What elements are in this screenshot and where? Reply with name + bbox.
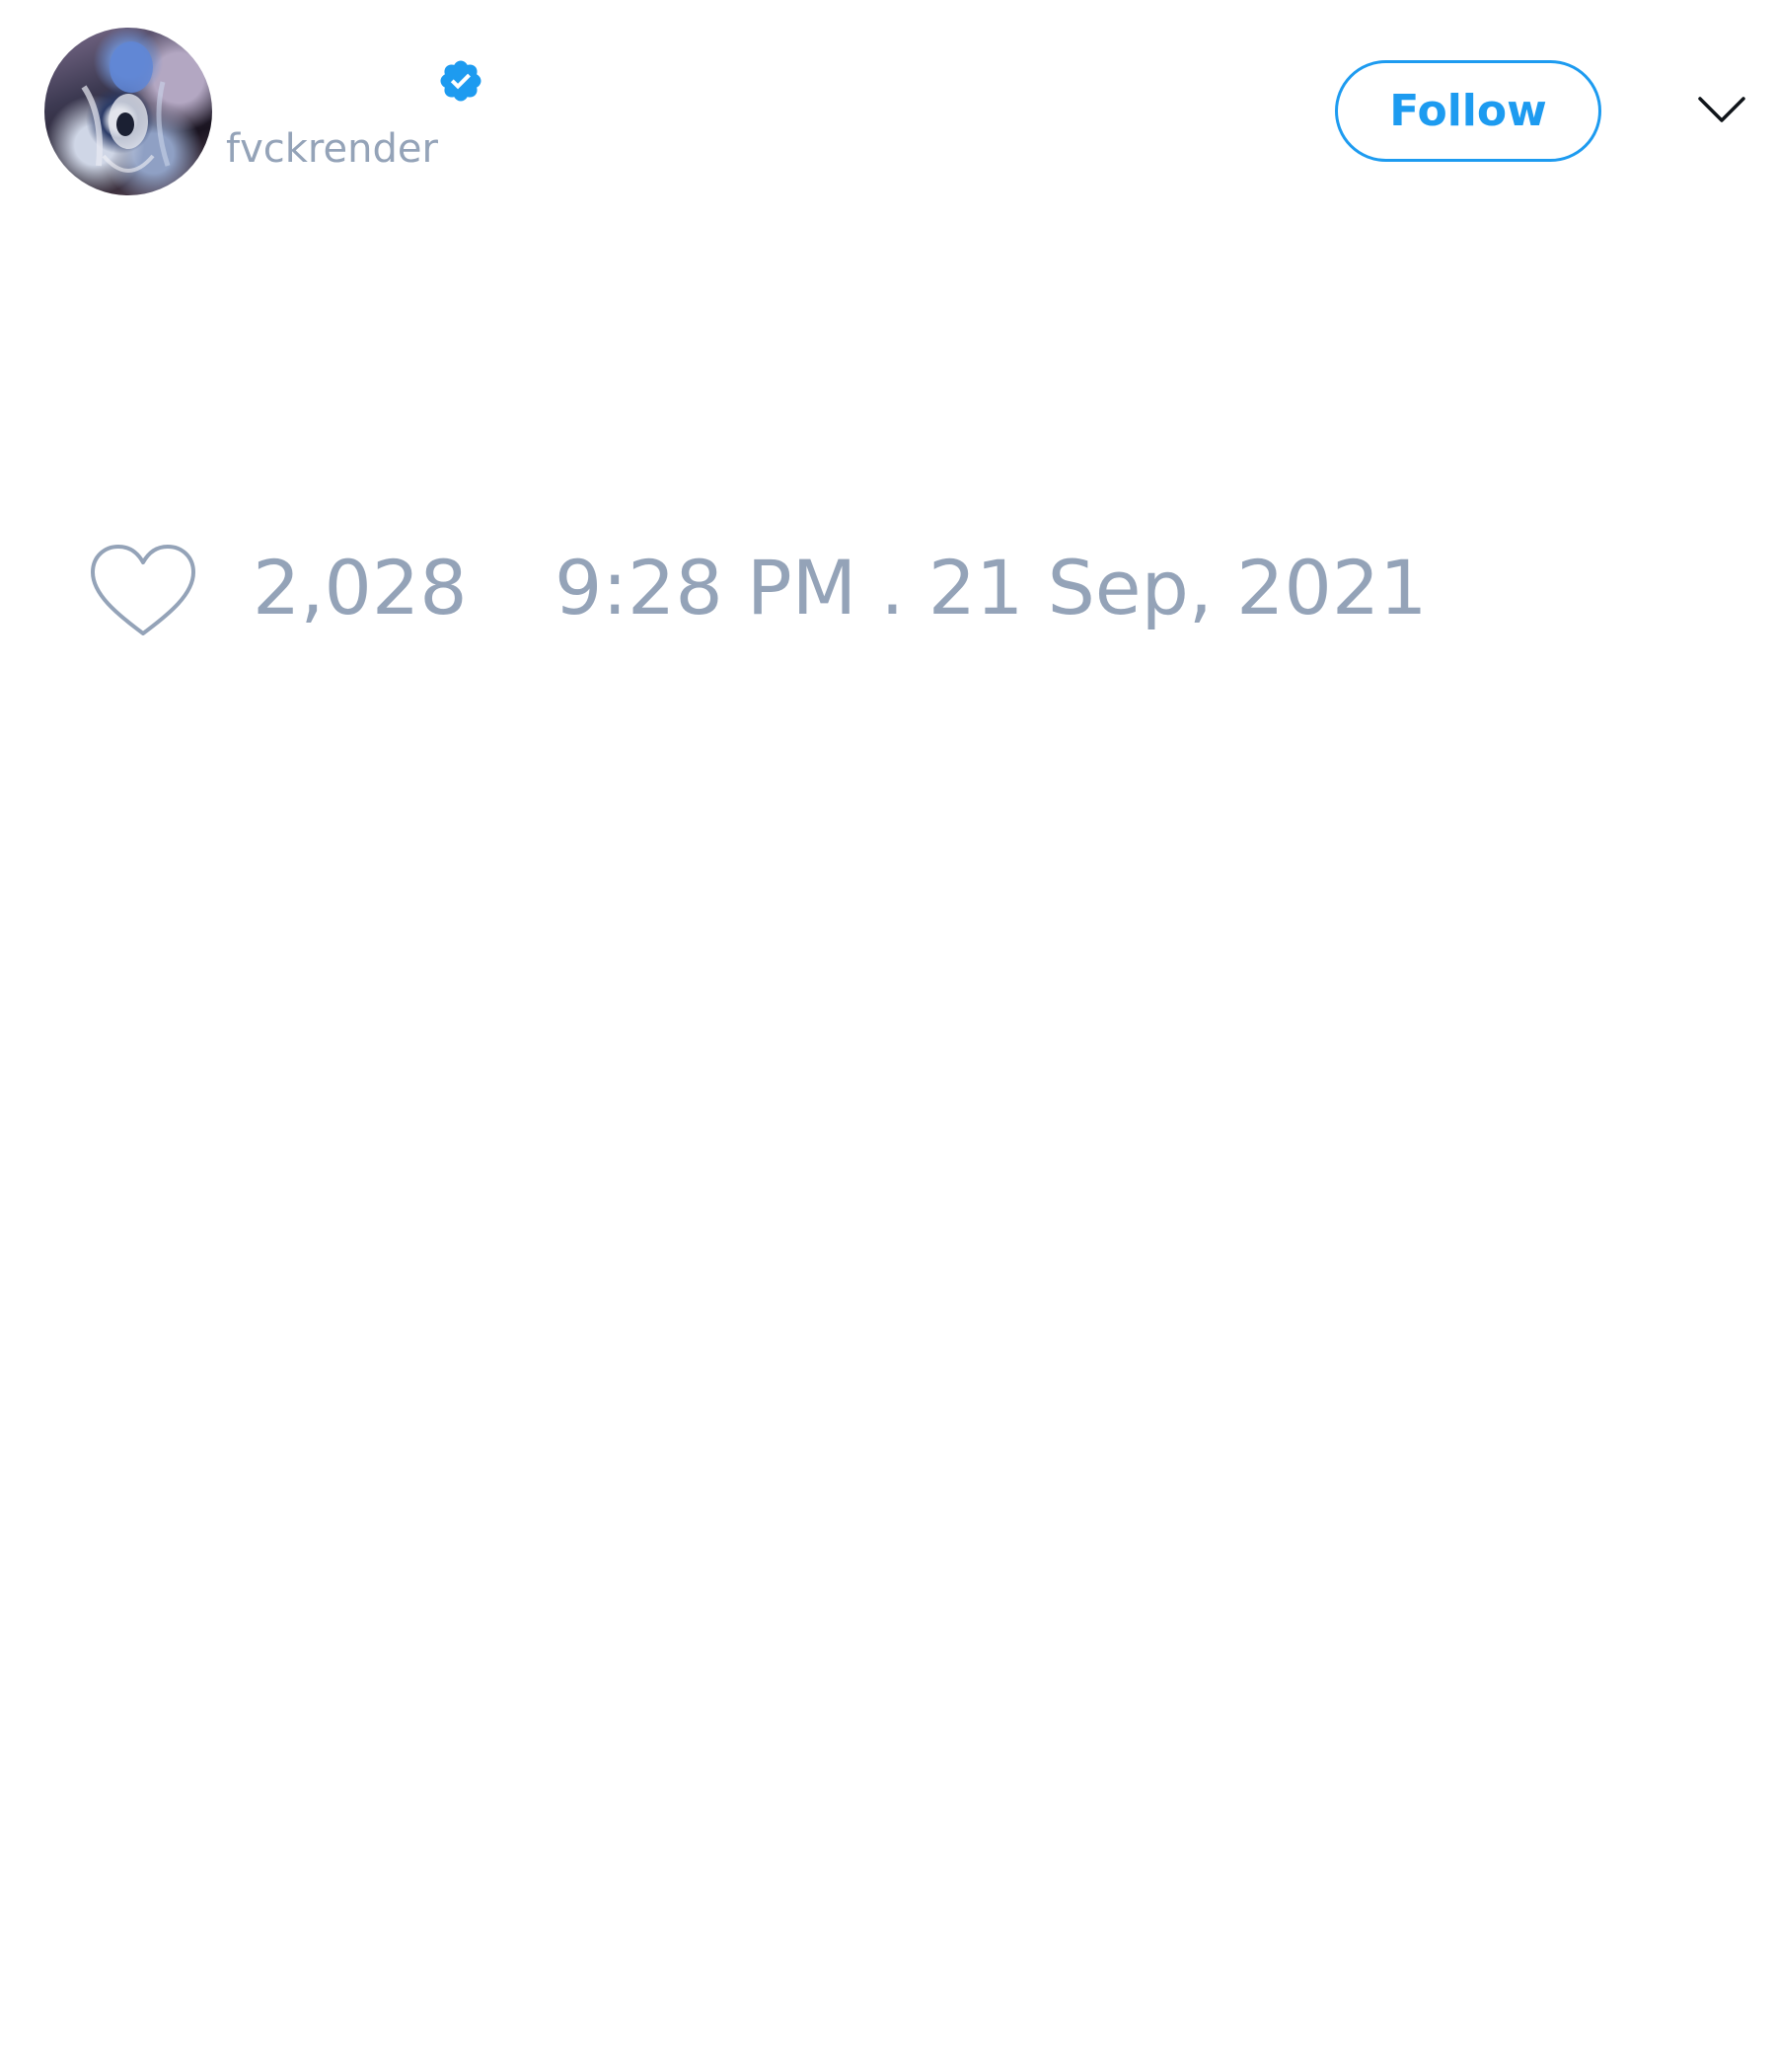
tweet-timestamp[interactable]: 9:28 PM . 21 Sep, 2021 (555, 551, 1428, 626)
follow-button[interactable]: Follow (1335, 60, 1601, 162)
author-handle[interactable]: fvckrender (226, 126, 438, 172)
heart-icon[interactable] (87, 541, 199, 639)
chevron-down-icon[interactable] (1697, 91, 1746, 130)
avatar-portrait-art (81, 41, 171, 173)
avatar[interactable] (44, 28, 212, 195)
like-count: 2,028 (253, 544, 468, 631)
tweet-card: fvckrender Follow 2,028 9:28 PM . 21 Sep… (0, 0, 1776, 2072)
verified-badge-icon (440, 60, 481, 102)
